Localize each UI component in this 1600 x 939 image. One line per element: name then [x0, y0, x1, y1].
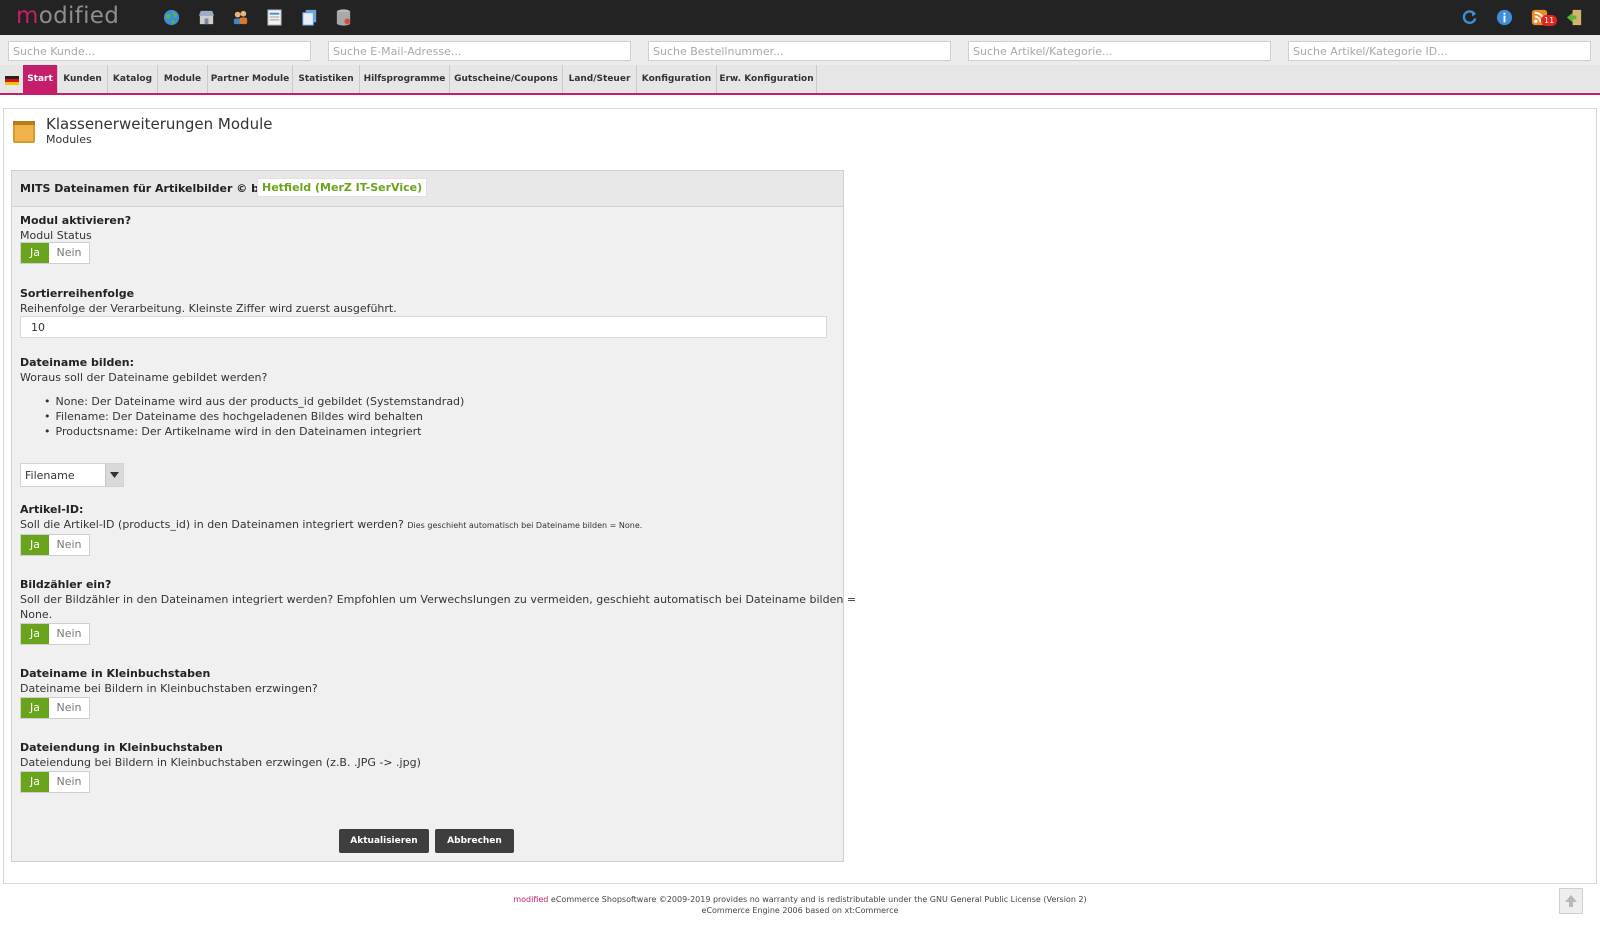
info-icon[interactable]: [1494, 7, 1514, 27]
article-id-label: Artikel-ID:: [20, 503, 84, 516]
document-icon[interactable]: [264, 7, 284, 27]
author-link[interactable]: Hetfield (MerZ IT-SerVice): [257, 178, 428, 197]
search-email-input[interactable]: [328, 41, 631, 61]
copy-icon[interactable]: [299, 7, 319, 27]
menu-partner-module[interactable]: Partner Module: [208, 65, 293, 93]
article-id-note: Dies geschieht automatisch bei Dateiname…: [407, 521, 643, 530]
filename-select[interactable]: Filename: [20, 463, 124, 487]
cancel-button[interactable]: Abbrechen: [435, 829, 514, 853]
menu-konfiguration[interactable]: Konfiguration: [637, 65, 717, 93]
menu-land-steuer[interactable]: Land/Steuer: [563, 65, 637, 93]
lowercase-ext-yes-button[interactable]: Ja: [21, 772, 49, 792]
status-label: Modul aktivieren?: [20, 214, 132, 227]
top-bar: modified 11: [0, 0, 1600, 35]
menu-kunden[interactable]: Kunden: [58, 65, 108, 93]
article-id-toggle: Ja Nein: [20, 534, 90, 556]
logo[interactable]: modified: [16, 3, 119, 29]
arrow-up-icon: [1565, 895, 1577, 907]
page-subtitle: Modules: [46, 133, 92, 146]
menu-hilfsprogramme[interactable]: Hilfsprogramme: [360, 65, 450, 93]
list-item: Filename: Der Dateiname des hochgeladene…: [44, 409, 464, 424]
counter-label: Bildzähler ein?: [20, 578, 112, 591]
search-product-id-input[interactable]: [1288, 41, 1591, 61]
list-item: None: Der Dateiname wird aus der product…: [44, 394, 465, 409]
lowercase-ext-label: Dateiendung in Kleinbuchstaben: [20, 741, 223, 754]
search-bar: [0, 35, 1600, 65]
counter-yes-button[interactable]: Ja: [21, 624, 49, 644]
article-id-desc: Soll die Artikel-ID (products_id) in den…: [20, 518, 404, 531]
counter-desc-cont: None.: [20, 608, 53, 621]
users-icon[interactable]: [230, 7, 250, 27]
lowercase-name-toggle: Ja Nein: [20, 697, 90, 719]
counter-no-button[interactable]: Nein: [49, 624, 89, 644]
menu-katalog[interactable]: Katalog: [108, 65, 158, 93]
counter-desc: Soll der Bildzähler in den Dateinamen in…: [20, 593, 857, 606]
main-menu: Start Kunden Katalog Module Partner Modu…: [0, 65, 1600, 95]
logo-m: m: [16, 3, 39, 29]
footer-copyright: eCommerce Shopsoftware ©2009-2019 provid…: [548, 895, 1087, 904]
search-product-input[interactable]: [968, 41, 1271, 61]
update-button[interactable]: Aktualisieren: [339, 829, 429, 853]
footer-line-1: modified eCommerce Shopsoftware ©2009-20…: [0, 894, 1600, 905]
database-icon[interactable]: [333, 7, 353, 27]
panel-title: MITS Dateinamen für Artikelbilder © by: [20, 182, 267, 195]
sort-desc: Reihenfolge der Verarbeitung. Kleinste Z…: [20, 302, 397, 315]
globe-icon[interactable]: [161, 7, 181, 27]
menu-start[interactable]: Start: [23, 65, 58, 93]
page-title: Klassenerweiterungen Module: [46, 115, 273, 133]
footer-brand[interactable]: modified: [513, 895, 548, 904]
panel-header: MITS Dateinamen für Artikelbilder © by H…: [12, 171, 843, 207]
shop-icon[interactable]: [196, 7, 216, 27]
lowercase-ext-toggle: Ja Nein: [20, 771, 90, 793]
lowercase-ext-desc: Dateiendung bei Bildern in Kleinbuchstab…: [20, 756, 421, 769]
menu-gutscheine[interactable]: Gutscheine/Coupons: [450, 65, 563, 93]
refresh-icon[interactable]: [1459, 7, 1479, 27]
lowercase-name-yes-button[interactable]: Ja: [21, 698, 49, 718]
lowercase-name-label: Dateiname in Kleinbuchstaben: [20, 667, 211, 680]
search-order-input[interactable]: [648, 41, 951, 61]
status-desc: Modul Status: [20, 229, 92, 242]
sort-order-input[interactable]: [20, 316, 827, 338]
logo-text: odified: [38, 3, 120, 29]
menu-statistiken[interactable]: Statistiken: [293, 65, 360, 93]
status-yes-button[interactable]: Ja: [21, 243, 49, 263]
lowercase-name-no-button[interactable]: Nein: [49, 698, 89, 718]
module-settings-panel: MITS Dateinamen für Artikelbilder © by H…: [11, 170, 856, 862]
notification-badge: 11: [1541, 15, 1558, 26]
search-customer-input[interactable]: [8, 41, 311, 61]
filename-label: Dateiname bilden:: [20, 356, 135, 369]
list-item: Productsname: Der Artikelname wird in de…: [44, 424, 464, 439]
lowercase-name-desc: Dateiname bei Bildern in Kleinbuchstaben…: [20, 682, 318, 695]
language-flag-icon[interactable]: [5, 76, 19, 85]
status-toggle: Ja Nein: [20, 242, 90, 264]
article-id-no-button[interactable]: Nein: [49, 535, 89, 555]
chevron-down-icon: [105, 464, 123, 486]
status-no-button[interactable]: Nein: [49, 243, 89, 263]
footer-line-2: eCommerce Engine 2006 based on xt:Commer…: [701, 906, 899, 915]
menu-erw-konfiguration[interactable]: Erw. Konfiguration: [717, 65, 817, 93]
box-icon: [12, 118, 36, 144]
article-id-yes-button[interactable]: Ja: [21, 535, 49, 555]
rss-icon[interactable]: 11: [1529, 7, 1558, 27]
filename-desc: Woraus soll der Dateiname gebildet werde…: [20, 371, 268, 384]
sort-label: Sortierreihenfolge: [20, 287, 135, 300]
filename-options-list: None: Der Dateiname wird aus der product…: [44, 394, 465, 439]
counter-toggle: Ja Nein: [20, 623, 90, 645]
logout-icon[interactable]: [1564, 7, 1584, 27]
footer: modified eCommerce Shopsoftware ©2009-20…: [0, 894, 1600, 916]
filename-select-value: Filename: [25, 469, 75, 482]
lowercase-ext-no-button[interactable]: Nein: [49, 772, 89, 792]
scroll-to-top-button[interactable]: [1559, 888, 1583, 914]
menu-module[interactable]: Module: [158, 65, 208, 93]
article-id-desc-row: Soll die Artikel-ID (products_id) in den…: [20, 518, 642, 531]
